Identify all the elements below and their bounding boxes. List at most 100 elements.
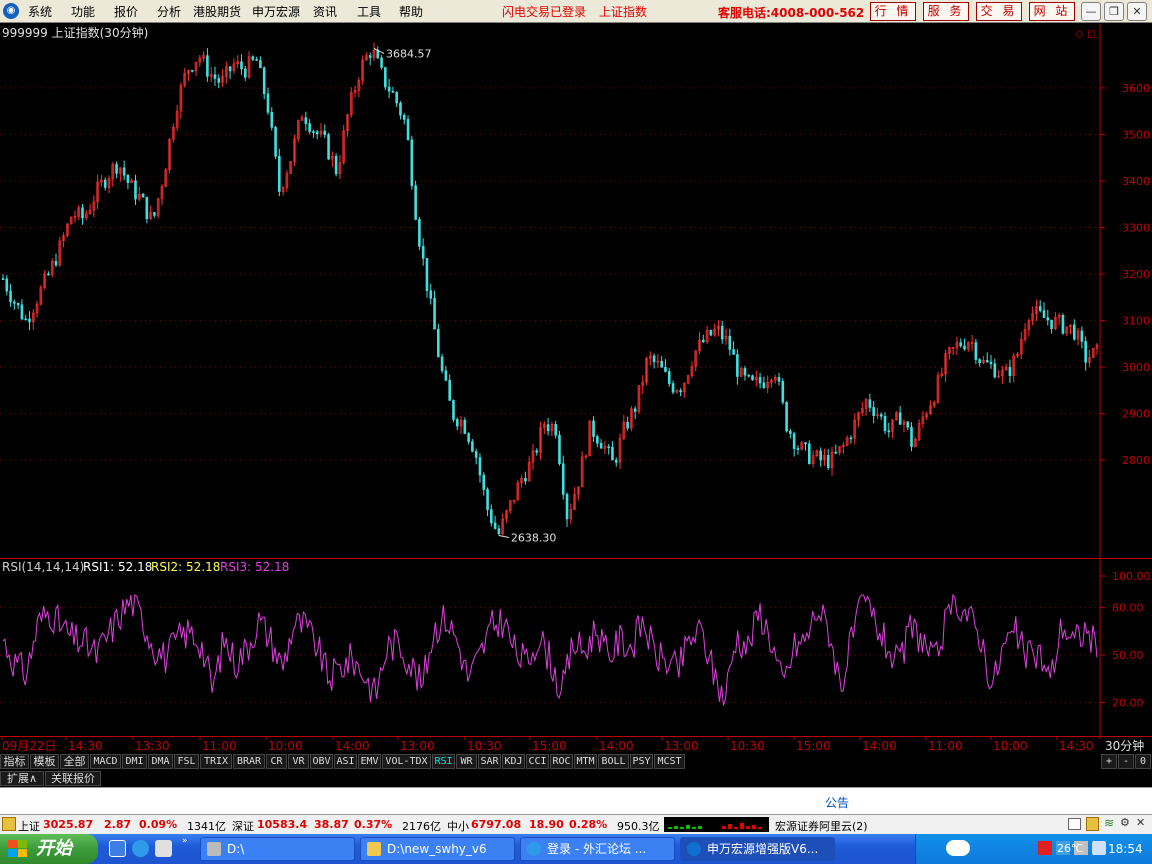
menu-quote[interactable]: 报价	[114, 3, 138, 20]
zoom-out-button[interactable]: -	[1118, 754, 1134, 769]
indicator-tab-wr[interactable]: WR	[456, 754, 477, 769]
gear-icon[interactable]: ⚙	[1120, 816, 1130, 829]
lock-status-icon[interactable]	[1086, 817, 1099, 831]
trade-button[interactable]: 交 易	[976, 2, 1022, 21]
menu-system[interactable]: 系统	[28, 3, 52, 20]
candle-body	[1046, 317, 1050, 321]
indicator-tab-mtm[interactable]: MTM	[574, 754, 597, 769]
indicator-tab-roc[interactable]: ROC	[550, 754, 573, 769]
indicator-tab-rsi[interactable]: RSI	[432, 754, 455, 769]
menu-hk-futures[interactable]: 港股期货	[193, 3, 241, 20]
server-name[interactable]: 宏源证券阿里云(2)	[775, 818, 868, 834]
candle-body	[1061, 314, 1065, 334]
service-button[interactable]: 服 务	[923, 2, 969, 21]
indicator-tab-kdj[interactable]: KDJ	[502, 754, 525, 769]
signal-icon[interactable]: ≋	[1104, 816, 1114, 830]
indicator-tab-trix[interactable]: TRIX	[200, 754, 232, 769]
menu-tools[interactable]: 工具	[357, 3, 381, 20]
clock[interactable]: 18:54	[1108, 834, 1143, 864]
x-tick-label: 11:00	[928, 739, 963, 753]
candle-body	[808, 443, 811, 464]
candle-body	[1042, 310, 1046, 318]
candle-body	[217, 78, 221, 83]
x-tick-label: 14:00	[862, 739, 897, 753]
app-quicklaunch-icon[interactable]	[155, 840, 172, 857]
indicator-tab-sar[interactable]: SAR	[478, 754, 501, 769]
task-swhy[interactable]: 申万宏源增强版V6...	[680, 837, 835, 861]
indicator-tab-dmi[interactable]: DMI	[122, 754, 147, 769]
close-icon[interactable]: ✕	[1127, 2, 1147, 21]
menu-help[interactable]: 帮助	[399, 3, 423, 20]
task-drive-d[interactable]: D:\	[200, 837, 355, 861]
candle-body	[906, 421, 910, 428]
index-link[interactable]: 上证指数	[599, 3, 647, 20]
candle-body	[546, 424, 550, 431]
menu-news[interactable]: 资讯	[313, 3, 337, 20]
indicator-tab-vol-tdx[interactable]: VOL-TDX	[382, 754, 431, 769]
flash-trade-status[interactable]: 闪电交易已登录	[502, 3, 586, 20]
zoom-in-button[interactable]: +	[1101, 754, 1117, 769]
quote-button[interactable]: 行 情	[870, 2, 916, 21]
tab-related-quote[interactable]: 关联报价	[45, 771, 101, 786]
website-button[interactable]: 网 站	[1029, 2, 1075, 21]
indicator-tab-obv[interactable]: OBV	[310, 754, 333, 769]
indicator-tab-模板[interactable]: 模板	[30, 754, 59, 769]
quicklaunch-expand-icon[interactable]: »	[182, 836, 188, 846]
chart-option-icon[interactable]: ◇	[1075, 27, 1084, 40]
windows-taskbar: 开始 » D:\ D:\new_swhy_v6 登录 - 外汇论坛 ... 申万…	[0, 834, 1152, 864]
period-label[interactable]: 30分钟	[1105, 738, 1144, 753]
x-tick-label: 10:00	[993, 739, 1028, 753]
drive-icon	[207, 842, 221, 856]
kline-chart[interactable]: 2800 2900 3000 3100 3200 3300 3400 3500 3600 20.…	[0, 24, 1152, 753]
close-panel-icon[interactable]: ✕	[1136, 816, 1145, 829]
restore-icon[interactable]: ❐	[1104, 2, 1124, 21]
app-logo-icon[interactable]: ◉	[3, 3, 19, 19]
tray-app-icon[interactable]	[1038, 841, 1052, 855]
indicator-tab-dma[interactable]: DMA	[148, 754, 173, 769]
notice-bar: 公告	[0, 787, 1152, 814]
browser-icon[interactable]	[132, 840, 149, 857]
indicator-tab-psy[interactable]: PSY	[630, 754, 653, 769]
candle-body	[463, 419, 467, 434]
chart-maximize-icon[interactable]: ◻	[1087, 27, 1096, 40]
x-tick-label: 14:30	[68, 739, 103, 753]
indicator-tab-emv[interactable]: EMV	[358, 754, 381, 769]
menu-swhy[interactable]: 申万宏源	[252, 3, 300, 20]
candle-body	[565, 494, 569, 520]
start-button[interactable]: 开始	[0, 834, 98, 864]
lock-icon[interactable]	[2, 817, 16, 831]
indicator-tab-cr[interactable]: CR	[266, 754, 287, 769]
security-icon[interactable]	[1092, 841, 1106, 855]
candle-body	[592, 420, 595, 437]
candle-body	[20, 304, 24, 320]
indicator-tab-指标[interactable]: 指标	[0, 754, 29, 769]
indicator-tab-cci[interactable]: CCI	[526, 754, 549, 769]
sh-value: 3025.87	[43, 818, 94, 831]
candle-body	[141, 193, 145, 198]
weather-cloud-icon[interactable]	[946, 840, 970, 856]
indicator-tab-brar[interactable]: BRAR	[233, 754, 265, 769]
candle-body	[736, 354, 739, 377]
task-folder[interactable]: D:\new_swhy_v6	[360, 837, 515, 861]
tab-extend[interactable]: 扩展∧	[0, 771, 44, 786]
price-tick-label: 2900	[1122, 408, 1150, 421]
ie-icon[interactable]	[109, 840, 126, 857]
menu-analysis[interactable]: 分析	[157, 3, 181, 20]
indicator-tab-vr[interactable]: VR	[288, 754, 309, 769]
x-tick-label: 14:00	[599, 739, 634, 753]
notice-link[interactable]: 公告	[825, 794, 849, 811]
indicator-tab-fsl[interactable]: FSL	[174, 754, 199, 769]
indicator-tab-macd[interactable]: MACD	[90, 754, 121, 769]
price-tick-label: 2800	[1122, 454, 1150, 467]
indicator-tab-asi[interactable]: ASI	[334, 754, 357, 769]
task-browser[interactable]: 登录 - 外汇论坛 ...	[520, 837, 675, 861]
window-icon[interactable]	[1068, 818, 1081, 830]
indicator-tab-boll[interactable]: BOLL	[598, 754, 629, 769]
indicator-tab-mcst[interactable]: MCST	[654, 754, 685, 769]
candle-body	[633, 408, 637, 412]
candle-body	[421, 245, 425, 259]
indicator-tab-全部[interactable]: 全部	[60, 754, 89, 769]
reset-button[interactable]: 0	[1135, 754, 1151, 769]
minimize-icon[interactable]: —	[1081, 2, 1101, 21]
menu-function[interactable]: 功能	[71, 3, 95, 20]
